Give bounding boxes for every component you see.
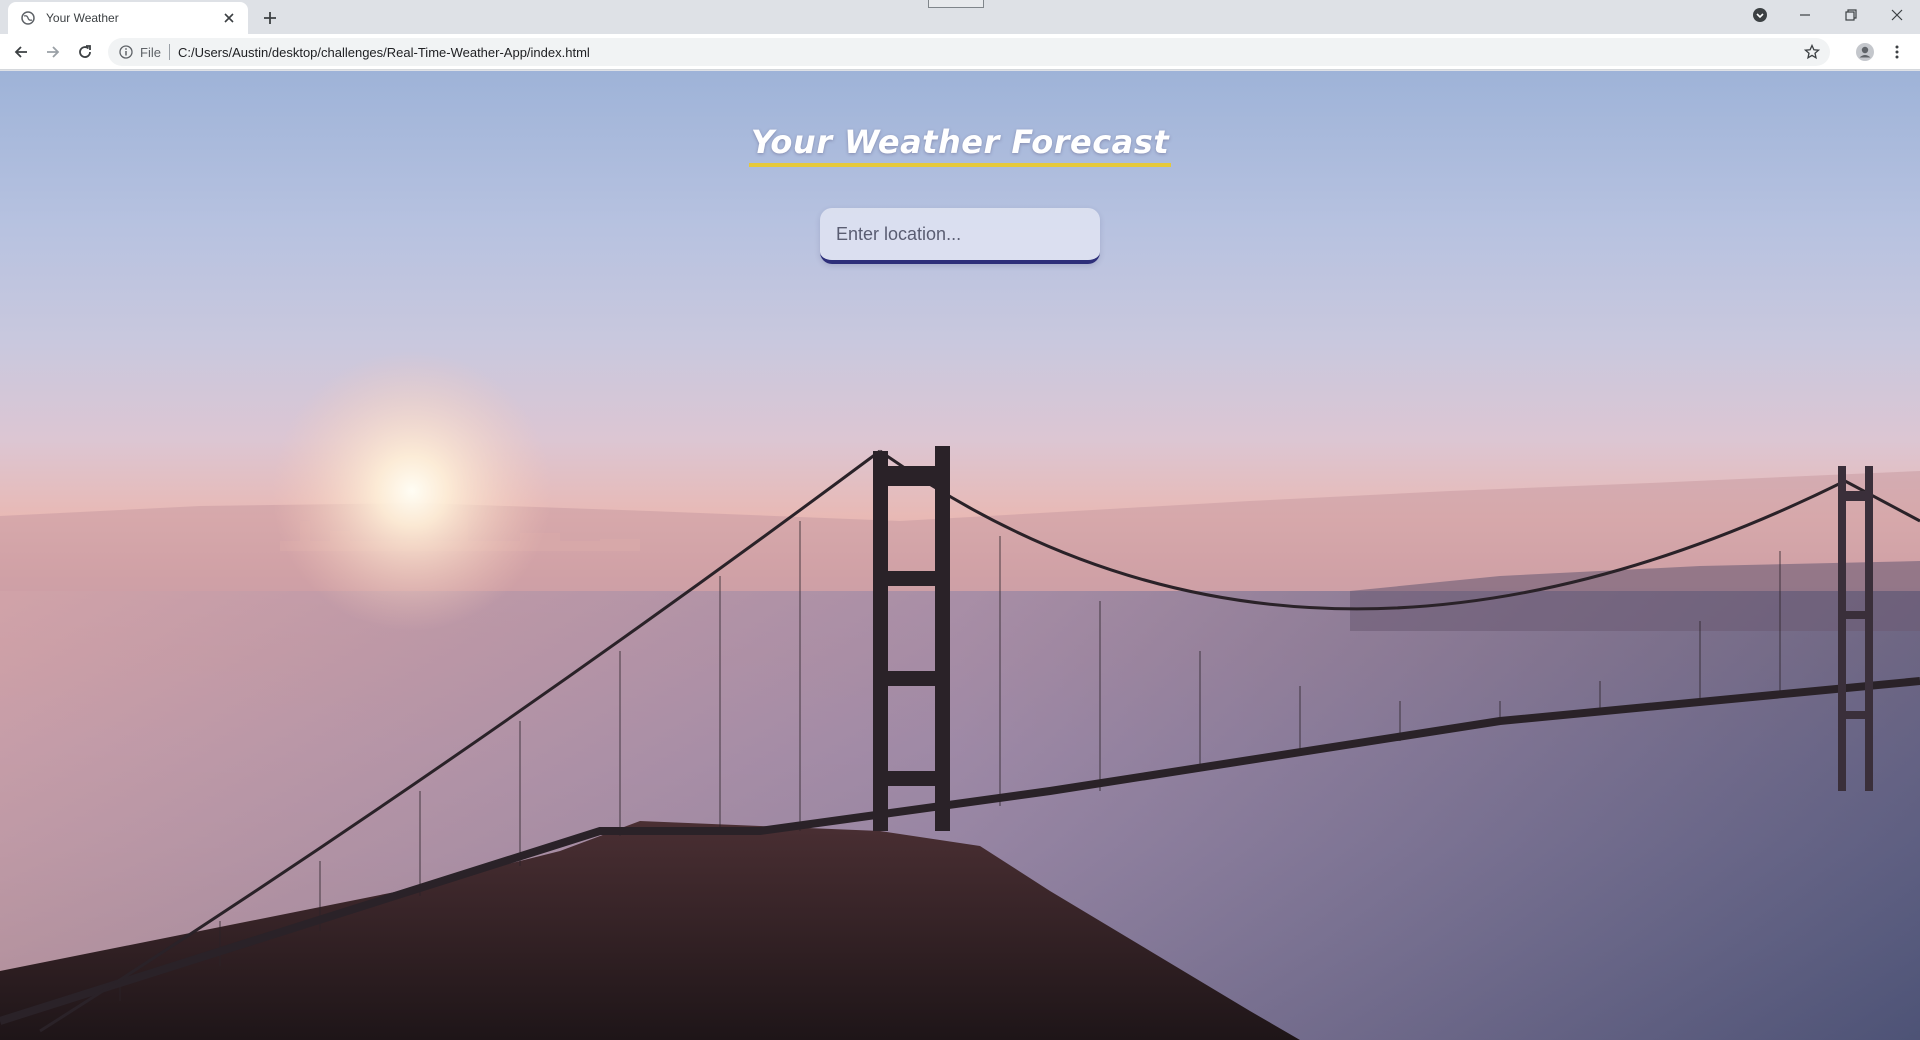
globe-icon xyxy=(20,10,36,26)
window-drag-handle[interactable] xyxy=(928,0,984,8)
arrow-right-icon[interactable] xyxy=(40,39,66,65)
new-tab-button[interactable] xyxy=(258,6,282,30)
arrow-left-icon[interactable] xyxy=(8,39,34,65)
location-search-input[interactable] xyxy=(820,208,1100,264)
tab-search-button[interactable] xyxy=(1736,0,1784,30)
page-title: Your Weather Forecast xyxy=(0,123,1920,167)
close-tab-icon[interactable] xyxy=(220,9,238,27)
restore-icon[interactable] xyxy=(1828,0,1874,30)
url-text[interactable]: C:/Users/Austin/desktop/challenges/Real-… xyxy=(178,45,590,60)
search-container xyxy=(820,208,1100,264)
address-bar[interactable]: File C:/Users/Austin/desktop/challenges/… xyxy=(108,38,1830,66)
browser-toolbar: File C:/Users/Austin/desktop/challenges/… xyxy=(0,34,1920,70)
info-icon[interactable] xyxy=(118,44,134,60)
person-icon[interactable] xyxy=(1852,39,1878,65)
close-window-icon[interactable] xyxy=(1874,0,1920,30)
page-viewport: Your Weather Forecast xyxy=(0,71,1920,1040)
browser-tab[interactable]: Your Weather xyxy=(8,2,248,34)
address-divider xyxy=(168,44,170,60)
page-title-text: Your Weather Forecast xyxy=(748,123,1172,167)
tab-title: Your Weather xyxy=(46,11,119,25)
minimize-icon[interactable] xyxy=(1782,0,1828,30)
kebab-icon[interactable] xyxy=(1884,39,1910,65)
scheme-label: File xyxy=(140,44,161,60)
star-icon[interactable] xyxy=(1800,40,1824,64)
tab-strip: Your Weather xyxy=(0,0,1920,34)
reload-icon[interactable] xyxy=(72,39,98,65)
